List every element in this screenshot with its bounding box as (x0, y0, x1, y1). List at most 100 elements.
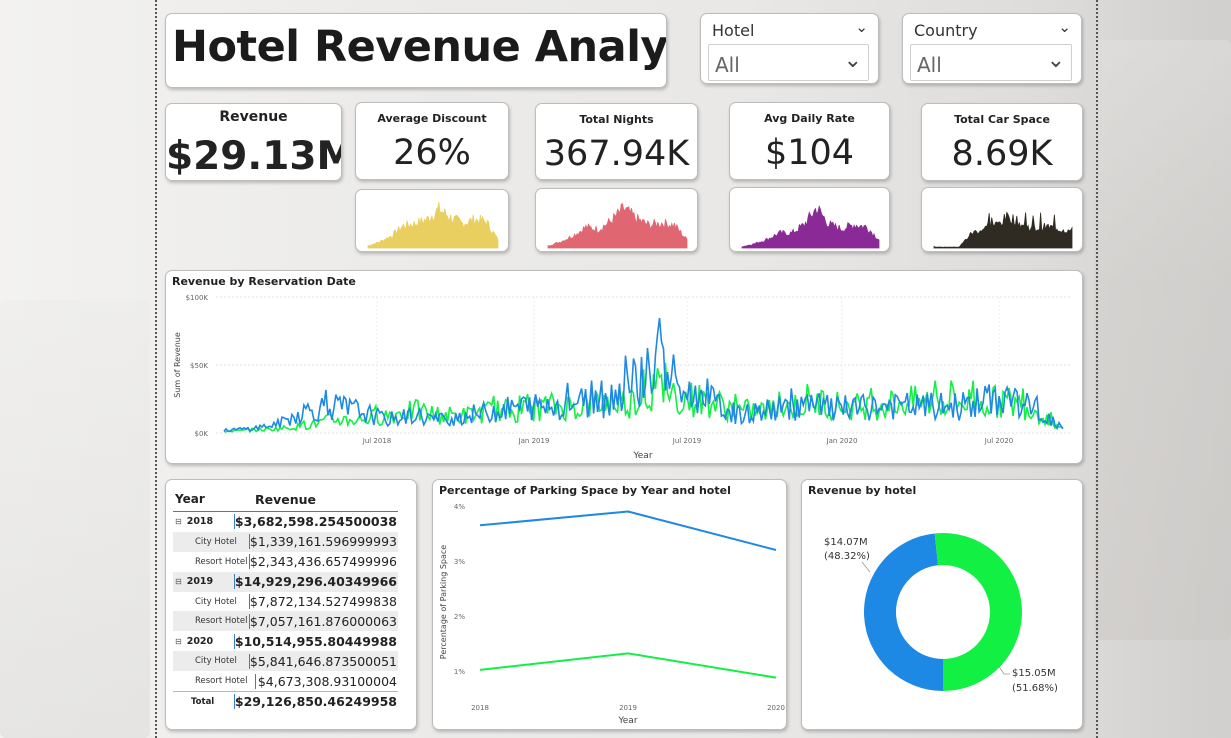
collapse-icon[interactable]: ⊟ (175, 577, 182, 586)
revenue-label: Revenue (219, 109, 288, 125)
row-value: $7,872,134.527499838 (248, 594, 397, 609)
y-tick-label: $0K (195, 430, 209, 438)
total-car-space-label: Total Car Space (954, 113, 1050, 126)
donut-plot: $14.07M (48.32%) $15.05M (51.68%) (824, 533, 1058, 694)
x-tick-label: Jul 2019 (672, 437, 702, 445)
row-value: $14,929,296.40349966 (233, 574, 397, 590)
avg-daily-rate-value: $104 (764, 133, 855, 173)
matrix-year-row[interactable]: ⊟ 2018 $3,682,598.254500038 (173, 512, 398, 532)
x-tick-label: 2019 (619, 704, 637, 712)
y-tick-label: $100K (186, 294, 209, 302)
collapse-icon[interactable]: ⊟ (175, 637, 182, 646)
y-tick-label: 2% (454, 613, 465, 621)
country-slicer-label: Country (914, 21, 978, 40)
y-tick-label: 3% (454, 558, 465, 566)
revenue-by-date-chart[interactable]: Revenue by Reservation Date $100K $50K $… (165, 270, 1083, 464)
row-label: Resort Hotel (195, 676, 248, 687)
row-label: City Hotel (195, 656, 237, 667)
revenue-by-date-plot: $100K $50K $0K Jul 2018 Jan 2019 Jul 201… (173, 294, 1071, 461)
page-title: Hotel Revenue Analysis (172, 22, 667, 72)
hotel-slicer-dropdown[interactable]: All ⌄ (708, 44, 869, 81)
avg-daily-rate-card: Avg Daily Rate $104 (729, 102, 890, 180)
nights-sparkline-area (547, 203, 688, 249)
row-label: Resort Hotel (195, 556, 248, 567)
matrix-body: Year Revenue ⊟ 2018 $3,682,598.254500038 … (173, 487, 398, 712)
row-label: City Hotel (195, 536, 237, 547)
total-nights-label: Total Nights (579, 113, 654, 126)
y-axis-title: Sum of Revenue (173, 332, 182, 398)
donut-slice-resort-hotel[interactable] (934, 533, 1022, 691)
discount-sparkline (367, 202, 499, 249)
x-axis-title: Year (632, 451, 652, 461)
matrix-year-row[interactable]: ⊟ 2019 $14,929,296.40349966 (173, 571, 398, 592)
matrix-total-row[interactable]: Total $29,126,850.46249958 (173, 691, 398, 712)
donut-city-percent-label: (48.32%) (824, 551, 870, 562)
parking-chart[interactable]: Percentage of Parking Space by Year and … (432, 479, 787, 730)
y-tick-label: 1% (454, 668, 465, 676)
total-car-space-card: Total Car Space 8.69K (921, 103, 1083, 181)
average-discount-card: Average Discount 26% (355, 102, 509, 180)
revenue-by-hotel-donut[interactable]: Revenue by hotel $14.07M (48.32%) $15.05… (801, 479, 1083, 730)
total-nights-value: 367.94K (543, 134, 690, 174)
resort-hotel-parking-line (479, 652, 777, 679)
left-dotted-divider (155, 0, 157, 738)
matrix-hotel-row[interactable]: Resort Hotel $4,673,308.93100004 (173, 671, 398, 691)
y-tick-label: 4% (454, 503, 465, 511)
car-sparkline (933, 211, 1073, 249)
title-card: Hotel Revenue Analysis (165, 13, 667, 88)
country-slicer-dropdown[interactable]: All ⌄ (910, 44, 1072, 81)
row-value: $2,343,436.657499996 (248, 554, 397, 570)
matrix-hotel-row[interactable]: Resort Hotel $2,343,436.657499996 (173, 552, 398, 572)
matrix-hotel-row[interactable]: City Hotel $7,872,134.527499838 (173, 592, 398, 612)
avg-daily-rate-label: Avg Daily Rate (764, 112, 855, 125)
collapse-icon[interactable]: ⊟ (175, 517, 182, 526)
car-sparkline-area (933, 211, 1073, 249)
row-value: $1,339,161.596999993 (248, 534, 397, 550)
donut-city-value-label: $14.07M (824, 537, 868, 548)
discount-sparkline-area (367, 202, 499, 249)
row-label: 2018 (186, 516, 214, 528)
row-value: $3,682,598.254500038 (233, 514, 397, 530)
donut-resort-value-label: $15.05M (1012, 668, 1056, 679)
adr-sparkline (741, 204, 880, 249)
row-label: City Hotel (195, 596, 237, 607)
chevron-down-icon[interactable]: ⌄ (1058, 18, 1071, 36)
hotel-slicer[interactable]: Hotel ⌄ All ⌄ (700, 13, 879, 84)
matrix-hotel-row[interactable]: Resort Hotel $7,057,161.876000063 (173, 611, 398, 632)
revenue-matrix[interactable]: Year Revenue ⊟ 2018 $3,682,598.254500038 … (165, 479, 417, 730)
matrix-hotel-row[interactable]: City Hotel $5,841,646.873500051 (173, 651, 398, 672)
donut-slice-city-hotel[interactable] (863, 533, 943, 691)
matrix-header: Year Revenue (173, 487, 398, 511)
nights-sparkline (547, 203, 688, 249)
discount-sparkline-card (355, 189, 509, 252)
row-value: $4,673,308.93100004 (255, 673, 398, 689)
hotel-slicer-label: Hotel (712, 21, 755, 40)
row-value: $10,514,955.80449988 (233, 633, 397, 649)
x-tick-label: 2020 (767, 704, 785, 712)
country-slicer-value: All (917, 53, 942, 77)
matrix-col-year[interactable]: Year (173, 492, 255, 506)
hotel-slicer-value: All (715, 53, 740, 77)
revenue-card: Revenue $29.13M (165, 103, 342, 181)
adr-sparkline-area (741, 204, 880, 249)
total-car-space-value: 8.69K (951, 134, 1053, 174)
adr-sparkline-card (729, 187, 890, 252)
donut-resort-percent-label: (51.68%) (1012, 683, 1058, 694)
y-tick-label: $50K (190, 362, 208, 370)
country-slicer[interactable]: Country ⌄ All ⌄ (902, 13, 1082, 84)
revenue-value: $29.13M (166, 134, 342, 179)
x-tick-label: 2018 (471, 704, 489, 712)
row-label: Total (191, 696, 215, 707)
right-dotted-divider (1096, 0, 1098, 738)
row-label: 2019 (186, 576, 214, 588)
row-value: $5,841,646.873500051 (248, 653, 397, 669)
car-sparkline-card (921, 187, 1083, 252)
row-label: 2020 (186, 635, 214, 647)
matrix-hotel-row[interactable]: City Hotel $1,339,161.596999993 (173, 531, 398, 552)
dropdown-chevron-icon[interactable]: ⌄ (844, 48, 862, 73)
dropdown-chevron-icon[interactable]: ⌄ (1047, 48, 1065, 73)
city-hotel-parking-line (479, 510, 777, 551)
matrix-col-revenue[interactable]: Revenue (255, 492, 398, 507)
chevron-down-icon[interactable]: ⌄ (855, 18, 868, 36)
matrix-year-row[interactable]: ⊟ 2020 $10,514,955.80449988 (173, 631, 398, 651)
